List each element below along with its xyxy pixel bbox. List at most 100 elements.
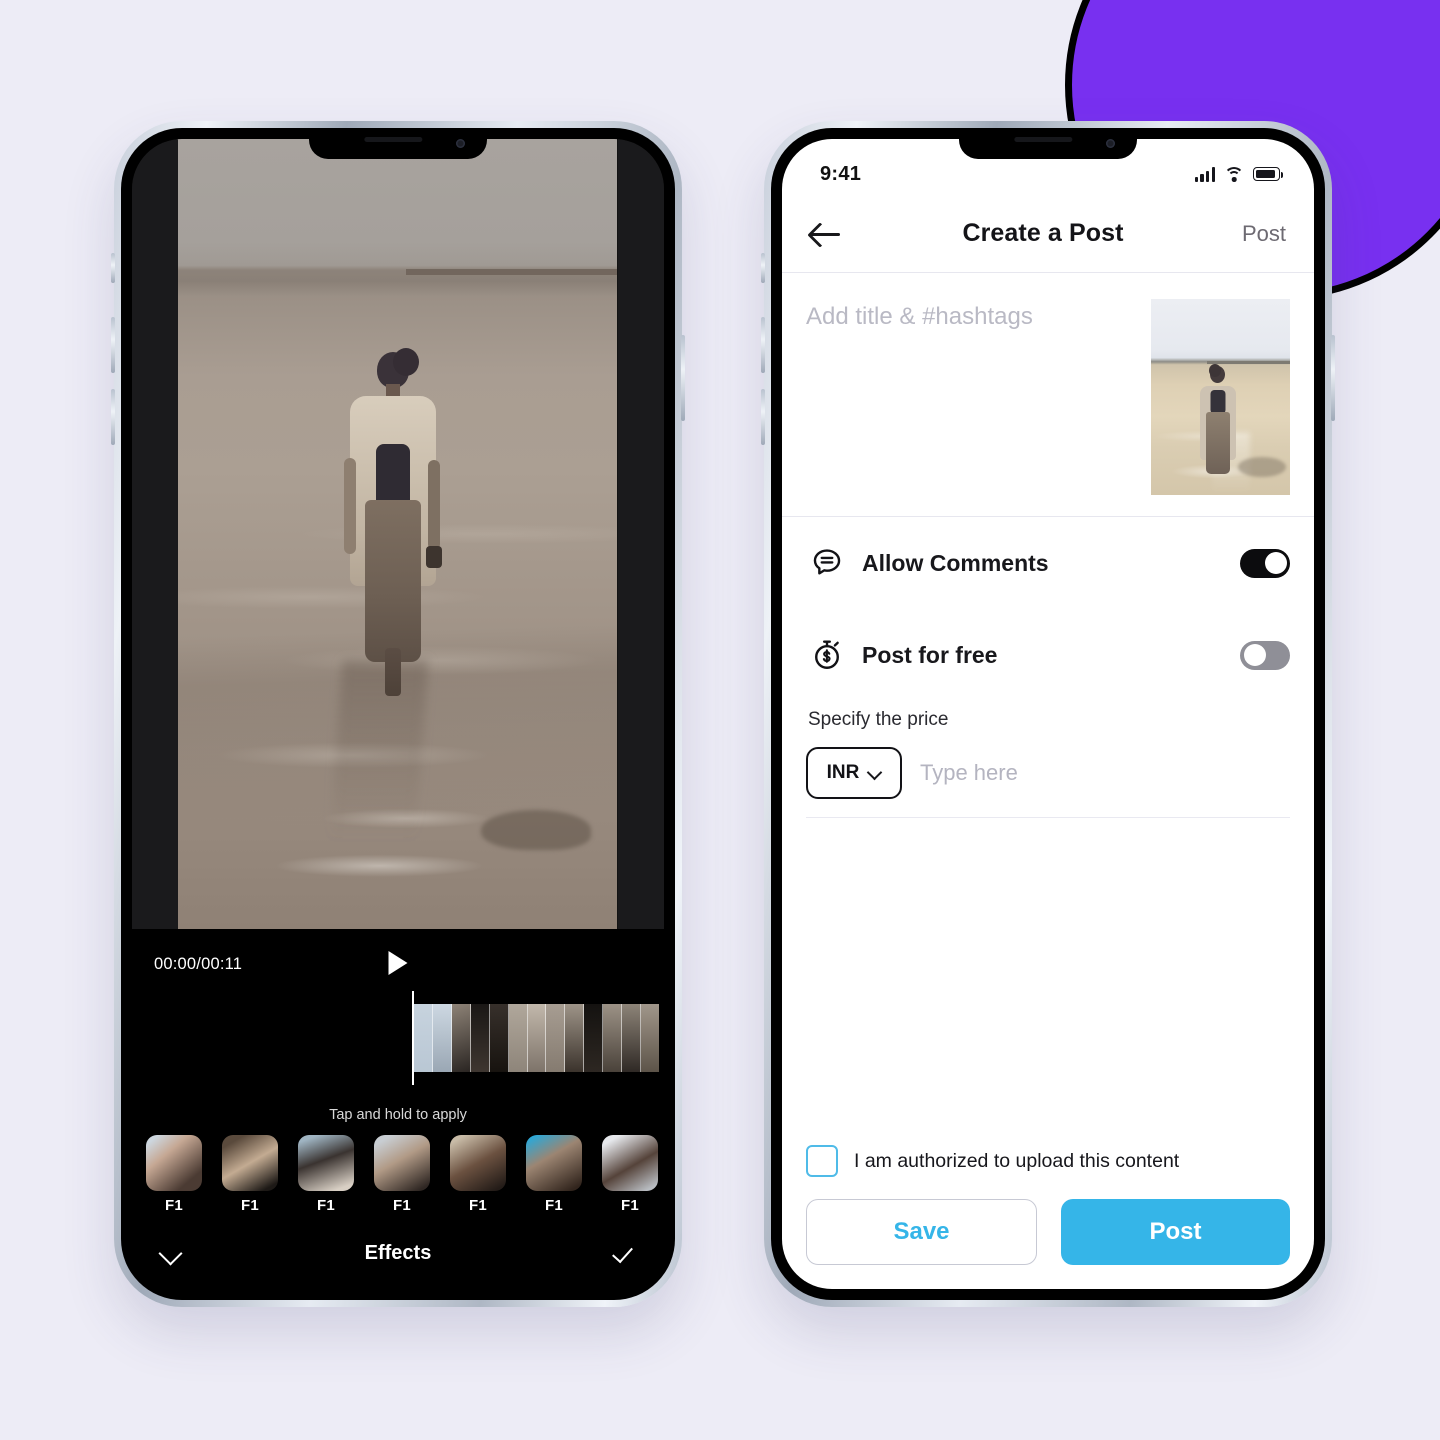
filmstrip-cell bbox=[641, 1004, 659, 1072]
power-button[interactable] bbox=[681, 335, 685, 421]
effect-item[interactable]: F1 bbox=[222, 1135, 278, 1214]
compose-section: Add title & #hashtags bbox=[782, 273, 1314, 517]
option-allow-comments[interactable]: Allow Comments bbox=[806, 517, 1290, 609]
filmstrip-cell bbox=[414, 1004, 433, 1072]
effect-item[interactable]: F1 bbox=[602, 1135, 658, 1214]
filmstrip-cell bbox=[565, 1004, 585, 1072]
panel-title: Effects bbox=[364, 1241, 432, 1264]
editor-controls-panel: 00:00/00:11 Tap and hold to apply F1 F1 … bbox=[132, 929, 664, 1289]
phone-mockup-left: 00:00/00:11 Tap and hold to apply F1 F1 … bbox=[111, 121, 685, 1307]
figure-arm-left bbox=[343, 458, 356, 555]
post-media-thumbnail[interactable] bbox=[1151, 299, 1290, 495]
chevron-down-icon[interactable] bbox=[158, 1240, 184, 1266]
thumb-figure bbox=[1199, 363, 1236, 474]
thumb-figure-top bbox=[1210, 389, 1226, 414]
filmstrip-cell bbox=[489, 1004, 509, 1072]
mute-switch[interactable] bbox=[761, 253, 765, 283]
status-time: 9:41 bbox=[820, 162, 862, 185]
effect-label: F1 bbox=[240, 1197, 260, 1214]
editor-bottom-bar: Effects bbox=[132, 1217, 664, 1289]
filmstrip-cell bbox=[603, 1004, 623, 1072]
allow-comments-toggle[interactable] bbox=[1240, 548, 1290, 578]
figure-top bbox=[375, 444, 410, 507]
front-camera-icon bbox=[1106, 139, 1115, 148]
power-button[interactable] bbox=[1331, 335, 1335, 421]
wifi-icon bbox=[1224, 166, 1244, 182]
filmstrip-cell bbox=[432, 1004, 452, 1072]
effect-item[interactable]: F1 bbox=[450, 1135, 506, 1214]
authorization-checkbox[interactable] bbox=[806, 1145, 838, 1177]
effect-label: F1 bbox=[468, 1197, 488, 1214]
price-amount-input[interactable]: Type here bbox=[920, 760, 1018, 786]
effect-item[interactable]: F1 bbox=[298, 1135, 354, 1214]
toggle-knob bbox=[1264, 552, 1287, 574]
thumb-figure-hair bbox=[1208, 363, 1221, 377]
front-camera-icon bbox=[456, 139, 465, 148]
volume-up-button[interactable] bbox=[111, 317, 115, 373]
filmstrip-cell bbox=[584, 1004, 604, 1072]
title-hashtags-input[interactable]: Add title & #hashtags bbox=[806, 299, 1033, 516]
volume-down-button[interactable] bbox=[761, 389, 765, 445]
pier-line bbox=[405, 268, 617, 275]
post-button[interactable]: Post bbox=[1061, 1199, 1290, 1265]
play-icon[interactable] bbox=[388, 951, 408, 975]
thumb-figure-skirt bbox=[1205, 411, 1230, 474]
earpiece-speaker bbox=[1014, 137, 1073, 142]
effect-thumbnail bbox=[374, 1135, 430, 1191]
filmstrip-cell bbox=[451, 1004, 471, 1072]
price-section-label: Specify the price bbox=[808, 709, 949, 730]
effect-label: F1 bbox=[620, 1197, 640, 1214]
option-post-for-free[interactable]: Post for free bbox=[806, 609, 1290, 701]
effect-label: F1 bbox=[316, 1197, 336, 1214]
phone-bezel-left: 00:00/00:11 Tap and hold to apply F1 F1 … bbox=[121, 128, 675, 1300]
post-footer: I am authorized to upload this content S… bbox=[782, 1145, 1314, 1265]
video-frame-image bbox=[177, 139, 617, 929]
volume-down-button[interactable] bbox=[111, 389, 115, 445]
volume-up-button[interactable] bbox=[761, 317, 765, 373]
phone-mockup-right: 9:41 Create a Post Post Add title & #has… bbox=[761, 121, 1335, 1307]
currency-select[interactable]: INR bbox=[806, 747, 902, 799]
back-arrow-icon[interactable] bbox=[810, 219, 844, 249]
effect-item[interactable]: F1 bbox=[374, 1135, 430, 1214]
effects-carousel[interactable]: F1 F1 F1 F1 F1 F1 F1 bbox=[146, 1135, 664, 1214]
stopwatch-dollar-icon bbox=[806, 638, 848, 672]
filmstrip-cell bbox=[546, 1004, 566, 1072]
effect-label: F1 bbox=[392, 1197, 412, 1214]
comment-bubble-icon bbox=[806, 546, 848, 580]
price-input-row: INR Type here bbox=[806, 747, 1290, 818]
effect-label: F1 bbox=[164, 1197, 184, 1214]
effect-thumbnail bbox=[298, 1135, 354, 1191]
device-notch bbox=[309, 128, 487, 159]
nav-post-button[interactable]: Post bbox=[1242, 221, 1286, 247]
timecode-label: 00:00/00:11 bbox=[154, 955, 243, 973]
letterbox-left bbox=[132, 139, 178, 929]
earpiece-speaker bbox=[364, 137, 423, 142]
figure-legs bbox=[384, 648, 401, 697]
mute-switch[interactable] bbox=[111, 253, 115, 283]
post-for-free-toggle[interactable] bbox=[1240, 640, 1290, 670]
signal-bars-icon bbox=[1194, 166, 1215, 182]
effect-thumbnail bbox=[222, 1135, 278, 1191]
action-buttons: Save Post bbox=[806, 1199, 1290, 1265]
save-button[interactable]: Save bbox=[806, 1199, 1037, 1265]
figure-shadow bbox=[330, 660, 429, 841]
check-icon[interactable] bbox=[612, 1240, 638, 1266]
effect-item[interactable]: F1 bbox=[526, 1135, 582, 1214]
post-options: Allow Comments Post for free Specify the… bbox=[782, 517, 1314, 818]
navigation-bar: Create a Post Post bbox=[782, 195, 1314, 273]
video-preview-stage[interactable] bbox=[132, 139, 664, 929]
currency-value: INR bbox=[826, 762, 860, 783]
effect-thumbnail bbox=[526, 1135, 582, 1191]
figure-coat bbox=[343, 396, 442, 697]
effect-thumbnail bbox=[602, 1135, 658, 1191]
effect-label: F1 bbox=[544, 1197, 564, 1214]
video-editor-screen: 00:00/00:11 Tap and hold to apply F1 F1 … bbox=[132, 139, 664, 1289]
figure-wrist-accessory bbox=[425, 546, 442, 569]
thumb-figure-coat bbox=[1199, 385, 1236, 474]
timeline-filmstrip[interactable] bbox=[414, 1004, 659, 1072]
consent-row[interactable]: I am authorized to upload this content bbox=[806, 1145, 1290, 1177]
filmstrip-cell bbox=[622, 1004, 642, 1072]
beach-rock bbox=[480, 810, 591, 850]
effect-item[interactable]: F1 bbox=[146, 1135, 202, 1214]
phone-bezel-right: 9:41 Create a Post Post Add title & #has… bbox=[771, 128, 1325, 1300]
